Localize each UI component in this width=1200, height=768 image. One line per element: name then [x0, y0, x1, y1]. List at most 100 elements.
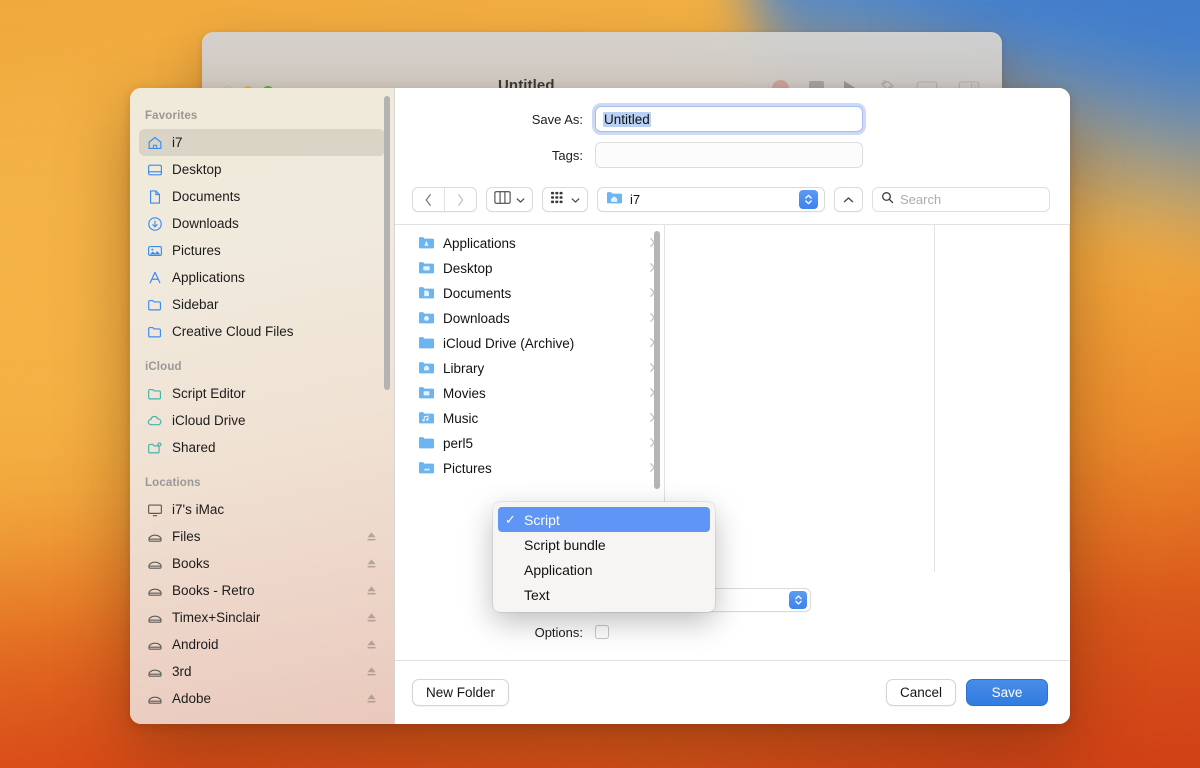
eject-icon[interactable]	[365, 557, 378, 570]
sidebar-scroll-area[interactable]: Favorites i7 Desktop Documents Downloads…	[130, 88, 394, 724]
enclosing-folder-button[interactable]	[834, 187, 863, 212]
menu-item-label: Script bundle	[524, 536, 606, 553]
menu-item-label: Text	[524, 586, 550, 603]
folder-teal-icon	[146, 385, 163, 402]
drive-icon	[146, 636, 163, 653]
search-field[interactable]: Search	[872, 187, 1050, 212]
sidebar-item-label: Documents	[172, 189, 241, 204]
folder-library-icon	[418, 360, 435, 378]
options-checkbox[interactable]	[595, 625, 609, 639]
sidebar-item-timex-sinclair[interactable]: Timex+Sinclair	[139, 604, 385, 631]
sidebar-item-downloads[interactable]: Downloads	[139, 210, 385, 237]
menu-item-label: Script	[524, 511, 560, 528]
file-list-item[interactable]: iCloud Drive (Archive)	[395, 331, 664, 356]
save-as-input[interactable]: Untitled	[595, 106, 863, 132]
document-icon	[146, 188, 163, 205]
folder-icon	[418, 335, 435, 353]
sidebar-item-android[interactable]: Android	[139, 631, 385, 658]
sidebar-section-icloud-header: iCloud	[145, 361, 182, 373]
sidebar-item-pictures[interactable]: Pictures	[139, 237, 385, 264]
sidebar-item-label: 3rd	[172, 664, 192, 679]
eject-icon[interactable]	[365, 584, 378, 597]
sidebar-item-sidebar-folder[interactable]: Sidebar	[139, 291, 385, 318]
forward-button[interactable]	[445, 188, 476, 211]
sidebar-item-documents[interactable]: Documents	[139, 183, 385, 210]
file-list-item[interactable]: Pictures	[395, 456, 664, 481]
file-list-item[interactable]: Documents	[395, 281, 664, 306]
view-mode-button[interactable]	[486, 187, 533, 212]
sidebar-item-label: Sidebar	[172, 297, 219, 312]
sidebar-item-label: Desktop	[172, 162, 222, 177]
drive-icon	[146, 609, 163, 626]
sidebar-item-label: Script Editor	[172, 386, 246, 401]
browser-column-3[interactable]	[935, 225, 1070, 572]
sidebar-item-i7[interactable]: i7	[139, 129, 385, 156]
sidebar-item-3rd[interactable]: 3rd	[139, 658, 385, 685]
back-button[interactable]	[413, 188, 444, 211]
file-name: Movies	[443, 386, 486, 401]
file-name: Applications	[443, 236, 516, 251]
chevron-down-icon	[571, 191, 580, 209]
new-folder-button[interactable]: New Folder	[412, 679, 510, 706]
save-button[interactable]: Save	[966, 679, 1048, 706]
sidebar-item-files[interactable]: Files	[139, 523, 385, 550]
sidebar-section-favorites-header: Favorites	[145, 110, 198, 122]
folder-desktop-icon	[418, 260, 435, 278]
tags-label: Tags:	[551, 147, 583, 163]
path-popup-button[interactable]: i7	[597, 187, 825, 212]
eject-icon[interactable]	[365, 611, 378, 624]
sidebar-item-label: Adobe	[172, 691, 212, 706]
cancel-button[interactable]: Cancel	[885, 679, 956, 706]
sidebar-item-shared[interactable]: Shared	[139, 434, 385, 461]
search-placeholder: Search	[900, 192, 942, 207]
sidebar-item-books[interactable]: Books	[139, 550, 385, 577]
column-scrollbar[interactable]	[654, 231, 660, 489]
drive-icon	[146, 555, 163, 572]
options-row: Options:	[395, 618, 1070, 646]
cloud-icon	[146, 412, 163, 429]
sidebar-item-icloud-drive[interactable]: iCloud Drive	[139, 407, 385, 434]
eject-icon[interactable]	[365, 530, 378, 543]
tags-input[interactable]	[595, 142, 863, 168]
sidebar-scrollbar[interactable]	[384, 96, 390, 390]
pictures-icon	[146, 242, 163, 259]
file-name: Library	[443, 361, 485, 376]
group-by-button[interactable]	[542, 187, 588, 212]
drive-icon	[146, 582, 163, 599]
sidebar-item-applications[interactable]: Applications	[139, 264, 385, 291]
path-stepper-icon[interactable]	[799, 190, 818, 209]
shared-folder-icon	[146, 439, 163, 456]
file-name: perl5	[443, 436, 474, 451]
drive-icon	[146, 663, 163, 680]
eject-icon[interactable]	[365, 692, 378, 705]
eject-icon[interactable]	[365, 665, 378, 678]
sidebar-item-label: Books	[172, 556, 210, 571]
sidebar-item-creative-cloud-files[interactable]: Creative Cloud Files	[139, 318, 385, 345]
menu-item-text[interactable]: Text	[498, 582, 710, 607]
sidebar-item-script-editor[interactable]: Script Editor	[139, 380, 385, 407]
menu-item-label: Application	[524, 561, 593, 578]
file-name: Music	[443, 411, 479, 426]
file-list-item[interactable]: perl5	[395, 431, 664, 456]
sidebar-item-desktop[interactable]: Desktop	[139, 156, 385, 183]
folder-documents-icon	[418, 285, 435, 303]
file-list-item[interactable]: Desktop	[395, 256, 664, 281]
menu-item-script-bundle[interactable]: Script bundle	[498, 532, 710, 557]
applications-icon	[146, 269, 163, 286]
sidebar-item-adobe[interactable]: Adobe	[139, 685, 385, 712]
file-list-item[interactable]: Movies	[395, 381, 664, 406]
group-by-icon	[550, 191, 566, 209]
file-list-item[interactable]: Applications	[395, 231, 664, 256]
eject-icon[interactable]	[365, 638, 378, 651]
file-list-item[interactable]: Downloads	[395, 306, 664, 331]
menu-item-application[interactable]: Application	[498, 557, 710, 582]
file-list-item[interactable]: Music	[395, 406, 664, 431]
file-list-item[interactable]: Library	[395, 356, 664, 381]
sidebar-item-books-retro[interactable]: Books - Retro	[139, 577, 385, 604]
folder-pictures-icon	[418, 460, 435, 478]
file-format-menu[interactable]: ✓ Script Script bundle Application Text	[493, 502, 715, 612]
file-name: Desktop	[443, 261, 493, 276]
sidebar-item-i7s-imac[interactable]: i7's iMac	[139, 496, 385, 523]
save-dialog: Favorites i7 Desktop Documents Downloads…	[130, 88, 1070, 724]
menu-item-script[interactable]: ✓ Script	[498, 507, 710, 532]
